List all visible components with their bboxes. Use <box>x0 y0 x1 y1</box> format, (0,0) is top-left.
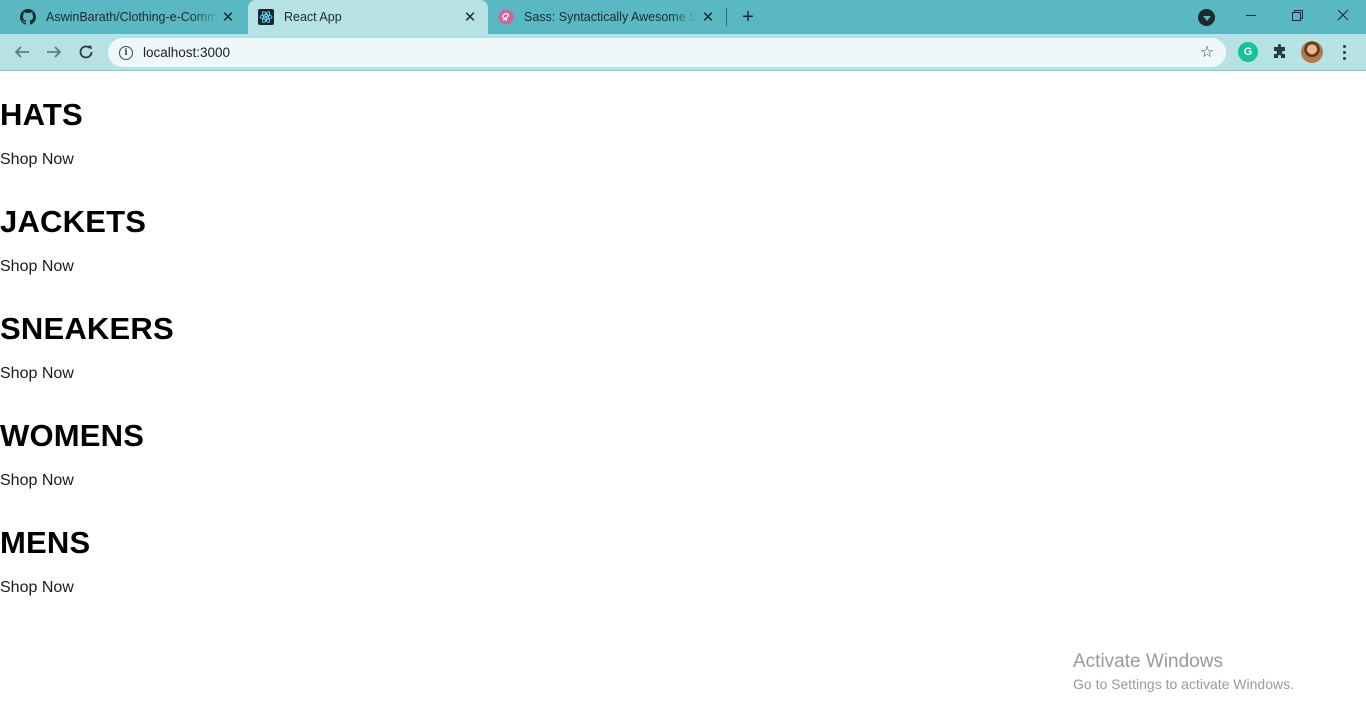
category-hats: HATS Shop Now <box>0 97 83 168</box>
tab-title: React App <box>284 10 342 24</box>
close-tab-icon[interactable]: ✕ <box>700 9 716 26</box>
sass-icon <box>498 9 514 25</box>
shop-now-link[interactable]: Shop Now <box>0 471 74 491</box>
tab-search-icon[interactable] <box>1198 9 1215 26</box>
category-title: SNEAKERS <box>0 311 174 346</box>
browser-toolbar: i localhost:3000 ☆ <box>0 34 1366 71</box>
extensions-puzzle-icon[interactable] <box>1270 42 1290 62</box>
tab-github[interactable]: AswinBarath/Clothing-e-Commerce ✕ <box>0 0 246 34</box>
category-title: HATS <box>0 97 83 132</box>
category-jackets: JACKETS Shop Now <box>0 204 147 275</box>
page-content: HATS Shop Now JACKETS Shop Now SNEAKERS … <box>0 71 1366 720</box>
back-arrow-icon[interactable] <box>10 40 34 64</box>
address-url: localhost:3000 <box>143 45 231 60</box>
watermark-subtitle: Go to Settings to activate Windows. <box>1073 676 1294 692</box>
category-title: JACKETS <box>0 204 147 239</box>
react-icon <box>258 9 274 25</box>
address-bar[interactable]: i localhost:3000 ☆ <box>108 38 1226 67</box>
category-sneakers: SNEAKERS Shop Now <box>0 311 174 382</box>
category-mens: MENS Shop Now <box>0 525 91 596</box>
forward-arrow-icon[interactable] <box>42 40 66 64</box>
category-title: WOMENS <box>0 418 145 453</box>
tab-strip: AswinBarath/Clothing-e-Commerce ✕ React … <box>0 0 1366 34</box>
tab-sass[interactable]: Sass: Syntactically Awesome Style Sheets… <box>488 0 726 34</box>
github-icon <box>20 9 36 25</box>
close-tab-icon[interactable]: ✕ <box>462 9 478 26</box>
shop-now-link[interactable]: Shop Now <box>0 364 74 384</box>
tab-react-app[interactable]: React App ✕ <box>248 0 488 34</box>
new-tab-button[interactable]: + <box>736 6 760 28</box>
site-info-icon[interactable]: i <box>119 45 133 60</box>
window-close-icon[interactable] <box>1320 0 1366 30</box>
shop-now-link[interactable]: Shop Now <box>0 150 74 170</box>
tab-title: AswinBarath/Clothing-e-Commerce <box>46 10 218 24</box>
activate-windows-watermark: Activate Windows Go to Settings to activ… <box>1073 651 1294 693</box>
tab-title: Sass: Syntactically Awesome Style Sheets <box>524 10 696 24</box>
reload-icon[interactable] <box>74 40 98 64</box>
minimize-icon[interactable] <box>1228 0 1274 30</box>
browser-menu-icon[interactable] <box>1334 42 1354 62</box>
shop-now-link[interactable]: Shop Now <box>0 257 74 277</box>
restore-icon[interactable] <box>1274 0 1320 30</box>
bookmark-star-icon[interactable]: ☆ <box>1198 43 1216 61</box>
close-tab-icon[interactable]: ✕ <box>220 9 236 26</box>
grammarly-extension-icon[interactable]: G <box>1238 42 1258 62</box>
watermark-title: Activate Windows <box>1073 651 1223 672</box>
shop-now-link[interactable]: Shop Now <box>0 578 74 598</box>
tab-divider <box>726 8 727 26</box>
category-womens: WOMENS Shop Now <box>0 418 145 489</box>
profile-avatar[interactable] <box>1301 41 1323 63</box>
category-title: MENS <box>0 525 91 560</box>
